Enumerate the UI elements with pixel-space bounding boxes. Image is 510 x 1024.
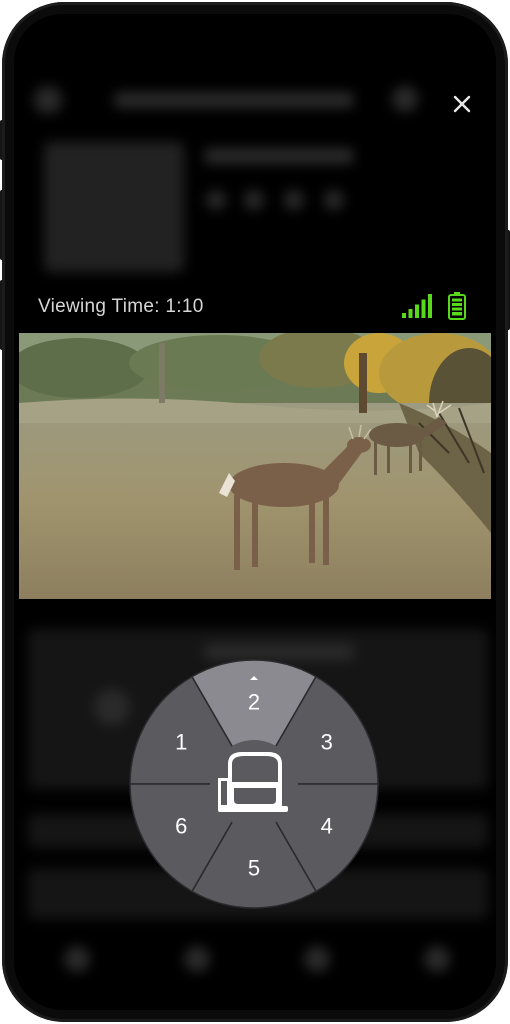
dial-segment-label-5: 5 — [248, 856, 260, 881]
trail-camera-photo — [19, 333, 491, 599]
viewing-time-label: Viewing Time: 1:10 — [38, 296, 204, 317]
screen: Viewing Time: 1:10 1 2 3 4 5 6 — [14, 14, 496, 1010]
signal-bars-icon — [402, 294, 432, 318]
dial-segment-label-1: 1 — [175, 730, 187, 755]
camera-selector-dial: 1 2 3 4 5 6 — [129, 659, 379, 909]
trail-camera-icon — [218, 752, 288, 812]
dial-segment-label-3: 3 — [321, 730, 333, 755]
dial-segment-label-4: 4 — [321, 814, 333, 839]
dial-segment-label-2: 2 — [248, 690, 260, 715]
phone: Viewing Time: 1:10 1 2 3 4 5 6 — [0, 0, 510, 1024]
close-icon — [453, 95, 471, 113]
dial-segment-label-6: 6 — [175, 814, 187, 839]
battery-full-icon — [448, 292, 466, 320]
close-button[interactable] — [450, 92, 474, 116]
